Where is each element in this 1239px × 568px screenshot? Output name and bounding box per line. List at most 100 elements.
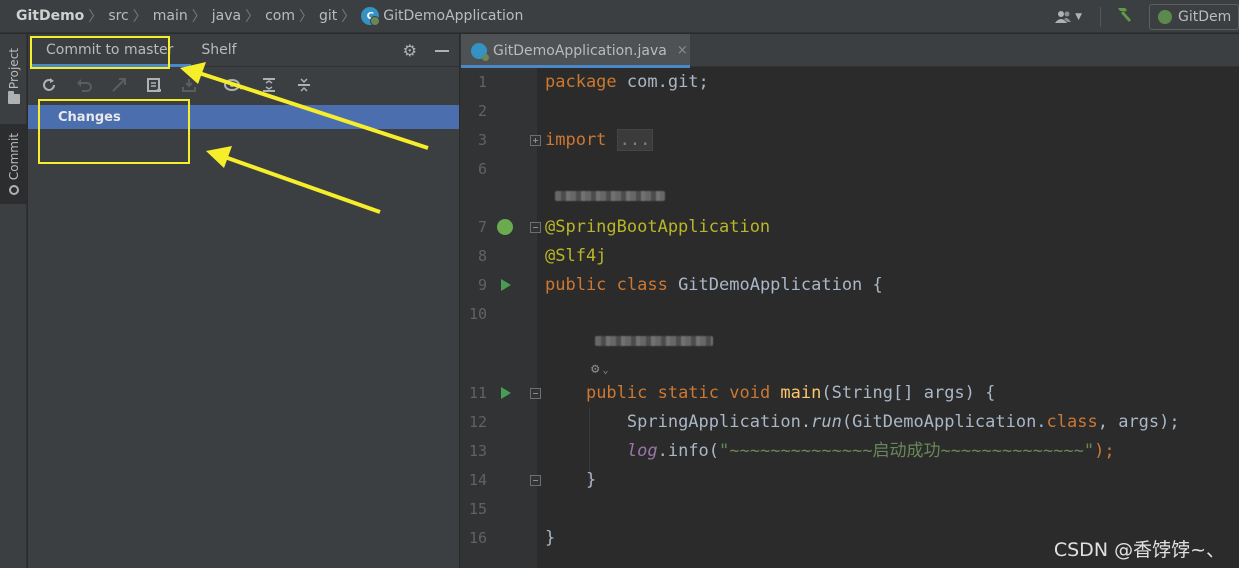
breadcrumb-item-com[interactable]: com: [265, 8, 295, 24]
shelve-icon[interactable]: [178, 74, 200, 96]
chevron-right-icon: 〉: [88, 9, 103, 25]
commit-toolbar: [28, 67, 459, 103]
run-icon[interactable]: [501, 387, 511, 399]
folded-imports[interactable]: ...: [616, 129, 654, 151]
gutter-line: 15: [461, 495, 537, 524]
annotation-highlight-box: [30, 36, 170, 69]
run-icon[interactable]: [501, 279, 511, 291]
chevron-right-icon: 〉: [191, 9, 206, 25]
spring-class-icon: C: [361, 7, 381, 26]
toolbar-divider: [1100, 6, 1101, 27]
breadcrumb-item-git[interactable]: git: [319, 8, 337, 24]
code-area[interactable]: package com.git; import ... @SpringBootA…: [545, 68, 1235, 568]
expand-all-icon[interactable]: [258, 74, 280, 96]
stripe-button-commit[interactable]: Commit: [0, 124, 27, 204]
code-token: SpringApplication.: [626, 412, 812, 432]
diff-icon[interactable]: [108, 74, 130, 96]
code-line: import ...: [545, 126, 654, 155]
spring-bean-icon[interactable]: [497, 219, 513, 235]
line-number: 1: [477, 73, 487, 91]
gutter-line: 11: [461, 379, 541, 408]
line-number: 8: [477, 247, 487, 265]
gutter-line: 14: [461, 466, 541, 495]
gear-icon[interactable]: ⚙ ⌄: [591, 361, 608, 377]
breadcrumb-item-main[interactable]: main: [153, 8, 188, 24]
tab-label: Shelf: [201, 42, 237, 58]
line-number: 15: [468, 500, 487, 518]
code-line: @Slf4j: [545, 246, 607, 266]
gutter-line: 16: [461, 524, 537, 553]
code-line: }: [545, 466, 596, 495]
chevron-right-icon: 〉: [132, 9, 147, 25]
breadcrumb: GitDemo 〉 src 〉 main 〉 java 〉 com 〉 git …: [0, 0, 523, 33]
line-number: 12: [468, 413, 487, 431]
user-icon: [1055, 10, 1072, 23]
refresh-icon[interactable]: [38, 74, 60, 96]
chevron-down-icon: ▼: [1075, 11, 1082, 22]
code-token: GitDemoApplication {: [678, 275, 883, 295]
line-number: 14: [468, 471, 487, 489]
breadcrumb-item-src[interactable]: src: [108, 8, 128, 24]
user-accounts-button[interactable]: ▼: [1055, 10, 1082, 24]
gear-icon[interactable]: ⚙: [403, 41, 417, 60]
gutter-line: 12: [461, 408, 537, 437]
gutter-line: 13: [461, 437, 537, 466]
editor-tab-label: GitDemoApplication.java: [493, 42, 667, 59]
run-configuration-label: GitDem: [1178, 8, 1232, 25]
line-number: 9: [477, 276, 487, 294]
gutter-line: 10: [461, 300, 537, 329]
code-token: "~~~~~~~~~~~~~~启动成功~~~~~~~~~~~~~~": [719, 441, 1095, 461]
code-token: main: [780, 383, 822, 403]
code-line: SpringApplication.run(GitDemoApplication…: [545, 408, 1180, 437]
line-number: 6: [477, 160, 487, 178]
code-token: }: [585, 470, 597, 490]
line-number: 3: [477, 131, 487, 149]
code-line: public class GitDemoApplication {: [545, 271, 883, 300]
line-number: 16: [468, 529, 487, 547]
code-token: run: [811, 412, 842, 432]
stripe-label-project: Project: [6, 48, 21, 90]
commit-icon: [8, 184, 19, 195]
line-number: 2: [477, 102, 487, 120]
breadcrumb-item-project[interactable]: GitDemo: [16, 8, 84, 24]
close-icon[interactable]: ×: [677, 43, 688, 58]
tool-window-stripe: Project Commit: [0, 34, 27, 568]
fold-collapse-icon[interactable]: [530, 475, 541, 486]
line-number: 13: [468, 442, 487, 460]
line-number: 7: [477, 218, 487, 236]
run-configuration-selector[interactable]: GitDem: [1149, 3, 1239, 30]
minimize-icon[interactable]: [435, 49, 449, 52]
view-options-icon[interactable]: [223, 74, 245, 96]
breadcrumb-item-class[interactable]: GitDemoApplication: [383, 8, 523, 24]
editor-gutter: 1 2 3 6 7 8 9 10 11 12 13 14 15 16: [461, 68, 541, 568]
collapse-all-icon[interactable]: [293, 74, 315, 96]
code-line: package com.git;: [545, 68, 709, 97]
fold-expand-icon[interactable]: [530, 135, 541, 146]
blurred-hint: [555, 191, 665, 201]
code-token: (String[] args) {: [821, 383, 996, 403]
code-token: public class: [545, 275, 679, 295]
editor-tab-gitdemoapplication[interactable]: GitDemoApplication.java ×: [461, 34, 690, 68]
chevron-right-icon: 〉: [299, 9, 313, 25]
changelist-icon[interactable]: [143, 74, 165, 96]
code-token: package: [545, 72, 617, 92]
spring-boot-icon: [1158, 9, 1172, 24]
breadcrumb-item-java[interactable]: java: [212, 8, 241, 24]
blurred-hint: [595, 336, 713, 346]
rollback-icon[interactable]: [73, 74, 95, 96]
tab-shelf[interactable]: Shelf: [187, 34, 250, 67]
gutter-line: 3: [461, 126, 541, 155]
stripe-button-project[interactable]: Project: [0, 38, 27, 114]
code-line: }: [545, 528, 556, 548]
build-hammer-icon[interactable]: [1115, 5, 1133, 28]
watermark: CSDN @香饽饽~、: [1053, 539, 1225, 561]
code-line: log.info("~~~~~~~~~~~~~~启动成功~~~~~~~~~~~~…: [545, 437, 1115, 466]
chevron-right-icon: 〉: [341, 9, 356, 25]
fold-collapse-icon[interactable]: [530, 222, 541, 233]
code-token: (GitDemoApplication.: [841, 412, 1047, 432]
code-token: );: [1094, 441, 1115, 461]
changes-tree-area[interactable]: [28, 129, 459, 568]
gutter-line: 6: [461, 155, 537, 184]
navigation-bar: GitDemo 〉 src 〉 main 〉 java 〉 com 〉 git …: [0, 0, 1239, 33]
fold-collapse-icon[interactable]: [530, 388, 541, 399]
